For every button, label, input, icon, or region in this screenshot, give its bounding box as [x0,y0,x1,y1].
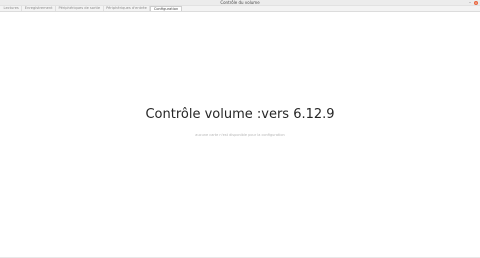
app-window: Contrôle du volume – × Lectures Enregist… [0,0,480,258]
configuration-panel: Contrôle volume :vers 6.12.9 aucune cart… [0,12,480,258]
page-title: Contrôle volume :vers 6.12.9 [145,107,335,122]
tab-input-devices[interactable]: Périphériques d'entrée [104,6,151,11]
tab-configuration[interactable]: Configuration [150,6,182,11]
close-icon[interactable]: × [474,1,478,5]
no-card-message: aucune carte n'est disponible pour la co… [195,133,285,137]
tab-enregistrement[interactable]: Enregistrement [22,6,57,11]
tab-output-devices[interactable]: Périphériques de sortie [56,6,104,11]
tab-lectures[interactable]: Lectures [1,6,23,11]
minimize-icon[interactable]: – [468,1,472,5]
